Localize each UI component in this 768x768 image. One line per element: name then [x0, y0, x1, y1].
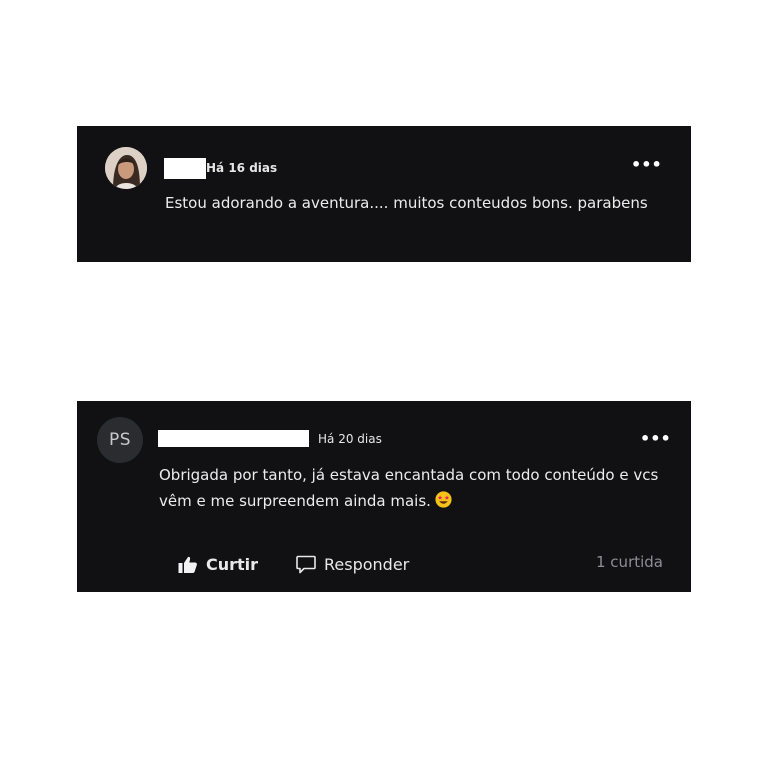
comment-card: PS Há 20 dias ••• Obrigada por tanto, já… [77, 401, 691, 592]
comment-bubble-icon [296, 555, 316, 574]
author-name-redacted[interactable] [164, 158, 206, 179]
more-horizontal-icon: ••• [631, 155, 662, 174]
user-photo-icon [105, 147, 147, 189]
star-struck-emoji-icon [435, 491, 452, 508]
more-options-button[interactable]: ••• [631, 157, 662, 173]
comment-card: Há 16 dias ••• Estou adorando a aventura… [77, 126, 691, 262]
reply-button[interactable]: Responder [296, 555, 409, 574]
comment-timestamp: Há 20 dias [318, 432, 382, 446]
more-options-button[interactable]: ••• [640, 431, 671, 447]
like-button[interactable]: Curtir [178, 555, 258, 574]
like-button-label: Curtir [206, 555, 259, 574]
more-horizontal-icon: ••• [640, 429, 671, 448]
reply-button-label: Responder [324, 555, 410, 574]
comment-text: Obrigada por tanto, já estava encantada … [159, 462, 679, 514]
avatar[interactable] [105, 147, 147, 189]
comment-timestamp: Há 16 dias [206, 161, 278, 175]
thumbs-up-icon [178, 556, 197, 573]
like-count[interactable]: 1 curtida [596, 553, 663, 571]
comment-text: Estou adorando a aventura.... muitos con… [165, 194, 648, 212]
avatar[interactable]: PS [97, 417, 143, 463]
comment-text-content: Obrigada por tanto, já estava encantada … [159, 466, 659, 510]
author-name-redacted[interactable] [158, 430, 309, 447]
